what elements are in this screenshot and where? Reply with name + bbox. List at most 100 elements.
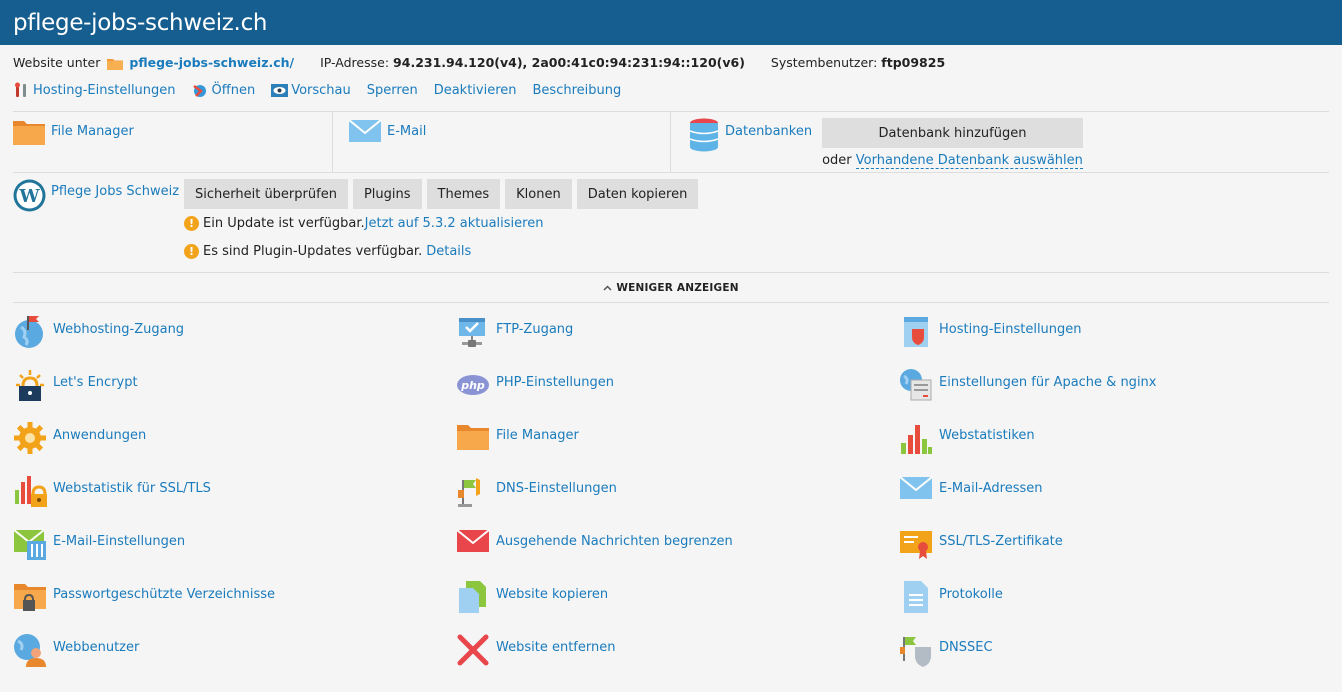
security-check-button[interactable]: Sicherheit überprüfen: [184, 179, 348, 209]
tool-ssl-stats[interactable]: Webstatistik für SSL/TLS: [13, 474, 456, 527]
gear-icon: [13, 421, 53, 461]
tool-label[interactable]: DNSSEC: [939, 640, 993, 655]
website-actions: Hosting-Einstellungen Öffnen Vorschau Sp…: [13, 79, 1329, 101]
bar-chart-icon: [899, 421, 939, 461]
tile-file-manager[interactable]: File Manager: [13, 112, 333, 172]
file-manager-label[interactable]: File Manager: [51, 124, 134, 139]
tool-label[interactable]: Anwendungen: [53, 428, 146, 443]
plugin-details-link[interactable]: Details: [426, 244, 471, 259]
tool-hosting-settings[interactable]: Hosting-Einstellungen: [899, 315, 1329, 368]
tool-label[interactable]: E-Mail-Adressen: [939, 481, 1042, 496]
update-link[interactable]: Jetzt auf 5.3.2 aktualisieren: [365, 216, 544, 231]
globe-flag-icon: [13, 315, 53, 355]
folder-icon: [456, 421, 496, 461]
open-icon: [192, 82, 209, 99]
locked-folder-icon: [13, 580, 53, 620]
eye-icon: [271, 83, 289, 98]
plugins-button[interactable]: Plugins: [352, 179, 422, 209]
tool-label[interactable]: Einstellungen für Apache & nginx: [939, 375, 1156, 390]
show-less-toggle[interactable]: WENIGER ANZEIGEN: [13, 273, 1329, 303]
add-database-button[interactable]: Datenbank hinzufügen: [822, 118, 1083, 148]
copy-data-button[interactable]: Daten kopieren: [576, 179, 699, 209]
tool-dns[interactable]: DNS-Einstellungen: [456, 474, 899, 527]
clone-button[interactable]: Klonen: [505, 179, 572, 209]
hosting-settings-link[interactable]: Hosting-Einstellungen: [13, 82, 176, 99]
apache-nginx-icon: [899, 368, 939, 408]
wordpress-icon: W: [13, 179, 46, 272]
tool-folder[interactable]: File Manager: [456, 421, 899, 474]
chevron-up-icon: [603, 282, 612, 294]
tool-label[interactable]: Let's Encrypt: [53, 375, 138, 390]
hosting-settings-label: Hosting-Einstellungen: [33, 82, 176, 98]
tool-locked-folder[interactable]: Passwortgeschützte Verzeichnisse: [13, 580, 456, 633]
database-actions: Datenbank hinzufügen oder Vorhandene Dat…: [822, 118, 1083, 169]
tool-label[interactable]: Webbenutzer: [53, 640, 139, 655]
tool-remove[interactable]: Website entfernen: [456, 633, 899, 686]
warning-icon: !: [184, 243, 199, 259]
tool-label[interactable]: Hosting-Einstellungen: [939, 322, 1082, 337]
dnssec-icon: [899, 633, 939, 673]
envelope-icon: [899, 474, 939, 514]
tool-apache-nginx[interactable]: Einstellungen für Apache & nginx: [899, 368, 1329, 421]
tool-email-settings[interactable]: E-Mail-Einstellungen: [13, 527, 456, 580]
open-label: Öffnen: [211, 82, 256, 98]
tool-gear[interactable]: Anwendungen: [13, 421, 456, 474]
website-info: Website unter pflege-jobs-schweiz.ch/ IP…: [13, 45, 1329, 79]
databases-label[interactable]: Datenbanken: [725, 124, 812, 139]
update-notice: ! Ein Update ist verfügbar. Jetzt auf 5.…: [184, 209, 698, 237]
tool-label[interactable]: Website entfernen: [496, 640, 615, 655]
tool-label[interactable]: Passwortgeschützte Verzeichnisse: [53, 587, 275, 602]
update-text: Ein Update ist verfügbar.: [203, 215, 365, 231]
page-header: pflege-jobs-schweiz.ch: [0, 0, 1342, 45]
main-content: Website unter pflege-jobs-schweiz.ch/ IP…: [0, 45, 1342, 686]
tool-label[interactable]: E-Mail-Einstellungen: [53, 534, 185, 549]
hosting-settings-icon: [899, 315, 939, 355]
log-icon: [899, 580, 939, 620]
copy-icon: [456, 580, 496, 620]
tool-globe-flag[interactable]: Webhosting-Zugang: [13, 315, 456, 368]
sysuser-value: ftp09825: [881, 54, 946, 70]
lock-link[interactable]: Sperren: [367, 83, 418, 98]
web-user-icon: [13, 633, 53, 673]
tile-databases: Datenbanken Datenbank hinzufügen oder Vo…: [671, 112, 1329, 172]
tool-envelope[interactable]: E-Mail-Adressen: [899, 474, 1329, 527]
tool-lets-encrypt[interactable]: Let's Encrypt: [13, 368, 456, 421]
tile-email[interactable]: E-Mail: [333, 112, 671, 172]
plugin-text: Es sind Plugin-Updates verfügbar.: [203, 243, 423, 259]
tool-label[interactable]: Ausgehende Nachrichten begrenzen: [496, 534, 733, 549]
tools-grid: Webhosting-Zugang FTP-Zugang Hosting-Einst…: [13, 303, 1329, 686]
svg-text:php: php: [460, 379, 485, 392]
tool-label[interactable]: PHP-Einstellungen: [496, 375, 614, 390]
deactivate-link[interactable]: Deaktivieren: [434, 83, 517, 98]
tool-label[interactable]: Webstatistiken: [939, 428, 1035, 443]
tool-bar-chart[interactable]: Webstatistiken: [899, 421, 1329, 474]
outgoing-mail-icon: [456, 527, 496, 567]
tool-php[interactable]: php PHP-Einstellungen: [456, 368, 899, 421]
tool-outgoing-mail[interactable]: Ausgehende Nachrichten begrenzen: [456, 527, 899, 580]
tool-label[interactable]: SSL/TLS-Zertifikate: [939, 534, 1063, 549]
preview-link[interactable]: Vorschau: [271, 83, 351, 98]
tool-label[interactable]: DNS-Einstellungen: [496, 481, 617, 496]
open-link[interactable]: Öffnen: [192, 82, 256, 99]
tool-label[interactable]: Webhosting-Zugang: [53, 322, 184, 337]
wordpress-buttons: Sicherheit überprüfen Plugins Themes Klo…: [184, 179, 699, 209]
tool-web-user[interactable]: Webbenutzer: [13, 633, 456, 686]
tool-ftp[interactable]: FTP-Zugang: [456, 315, 899, 368]
tool-label[interactable]: Protokolle: [939, 587, 1003, 602]
choose-database-link[interactable]: Vorhandene Datenbank auswählen: [855, 153, 1083, 169]
tool-log[interactable]: Protokolle: [899, 580, 1329, 633]
tool-label[interactable]: Webstatistik für SSL/TLS: [53, 481, 211, 496]
website-link[interactable]: pflege-jobs-schweiz.ch/: [129, 55, 294, 70]
description-link[interactable]: Beschreibung: [533, 83, 622, 98]
tool-dnssec[interactable]: DNSSEC: [899, 633, 1329, 686]
wordpress-site-name[interactable]: Pflege Jobs Schweiz: [51, 184, 184, 272]
tool-certificate[interactable]: SSL/TLS-Zertifikate: [899, 527, 1329, 580]
tool-label[interactable]: Website kopieren: [496, 587, 608, 602]
tool-copy[interactable]: Website kopieren: [456, 580, 899, 633]
tool-label[interactable]: File Manager: [496, 428, 579, 443]
php-icon: php: [456, 368, 496, 408]
email-label[interactable]: E-Mail: [387, 124, 426, 139]
themes-button[interactable]: Themes: [426, 179, 501, 209]
tool-label[interactable]: FTP-Zugang: [496, 322, 573, 337]
warning-icon: !: [184, 215, 199, 231]
